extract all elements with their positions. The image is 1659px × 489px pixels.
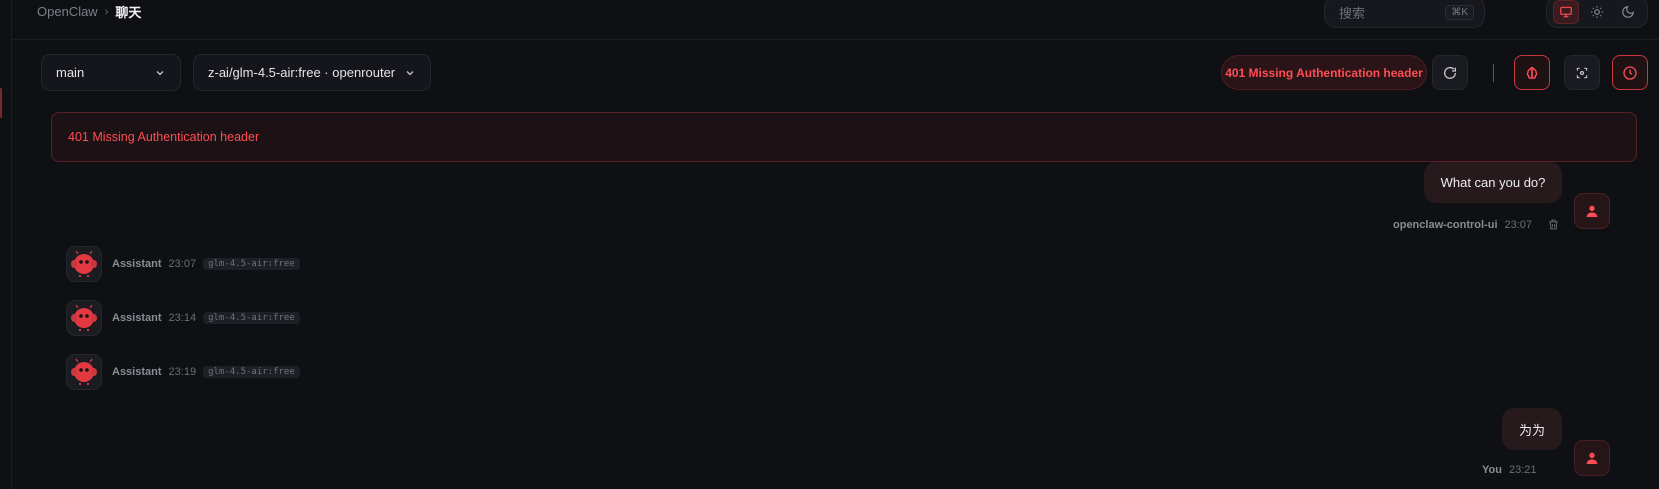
assistant-name: Assistant bbox=[112, 312, 162, 324]
model-tag: glm-4.5-air:free bbox=[203, 312, 300, 324]
model-tag: glm-4.5-air:free bbox=[203, 258, 300, 270]
toolbar-divider bbox=[1493, 64, 1494, 82]
chevron-down-icon bbox=[406, 70, 414, 75]
thinking-toggle-button[interactable] bbox=[1514, 55, 1550, 90]
assistant-message: Assistant 23:07 glm-4.5-air:free bbox=[66, 246, 300, 282]
monitor-icon bbox=[1560, 6, 1573, 18]
assistant-time: 23:07 bbox=[168, 258, 197, 270]
error-status-pill[interactable]: 401 Missing Authentication header bbox=[1221, 55, 1427, 90]
session-select[interactable]: main bbox=[41, 54, 181, 91]
theme-dark-button[interactable] bbox=[1615, 0, 1641, 24]
search-placeholder: 搜索 bbox=[1339, 5, 1366, 21]
refresh-icon bbox=[1444, 66, 1456, 79]
assistant-name: Assistant bbox=[112, 258, 162, 270]
error-banner: 401 Missing Authentication header bbox=[51, 112, 1637, 162]
user-icon bbox=[1586, 452, 1598, 464]
lobster-mascot-icon bbox=[71, 250, 97, 277]
refresh-button[interactable] bbox=[1432, 55, 1468, 90]
model-select-value: z-ai/glm-4.5-air:free · openrouter bbox=[208, 65, 396, 80]
sun-icon bbox=[1591, 6, 1603, 18]
breadcrumb: OpenClaw › 聊天 bbox=[37, 2, 141, 21]
assistant-message: Assistant 23:19 glm-4.5-air:free bbox=[66, 354, 300, 390]
moon-icon bbox=[1621, 6, 1634, 18]
message-time: 23:07 bbox=[1504, 218, 1533, 231]
assistant-message: Assistant 23:14 glm-4.5-air:free bbox=[66, 300, 300, 336]
message-text: What can you do? bbox=[1440, 175, 1546, 190]
chevron-down-icon bbox=[156, 70, 164, 75]
assistant-time: 23:19 bbox=[168, 366, 197, 378]
search-shortcut-badge: ⌘K bbox=[1445, 4, 1474, 20]
trash-icon[interactable] bbox=[1547, 218, 1560, 231]
breadcrumb-root[interactable]: OpenClaw bbox=[37, 4, 98, 19]
assistant-meta: Assistant 23:07 glm-4.5-air:free bbox=[112, 258, 300, 270]
session-select-value: main bbox=[56, 65, 85, 80]
user-message-bubble: 为为 bbox=[1502, 408, 1562, 450]
theme-light-button[interactable] bbox=[1584, 0, 1610, 24]
user-avatar bbox=[1574, 440, 1610, 476]
lobster-mascot-icon bbox=[71, 358, 97, 385]
message-sender: You bbox=[1482, 464, 1502, 476]
assistant-avatar bbox=[66, 354, 102, 390]
user-message-bubble: What can you do? bbox=[1424, 162, 1562, 203]
user-icon bbox=[1586, 205, 1598, 217]
assistant-avatar bbox=[66, 246, 102, 282]
assistant-avatar bbox=[66, 300, 102, 336]
search-input[interactable]: 搜索 ⌘K bbox=[1324, 0, 1485, 28]
cron-clock-button[interactable] bbox=[1612, 55, 1648, 90]
assistant-meta: Assistant 23:14 glm-4.5-air:free bbox=[112, 312, 300, 324]
user-message-meta: openclaw-control-ui 23:07 bbox=[1393, 218, 1560, 231]
assistant-name: Assistant bbox=[112, 366, 162, 378]
theme-switcher bbox=[1546, 0, 1648, 28]
clock-icon bbox=[1623, 65, 1637, 80]
user-avatar bbox=[1574, 193, 1610, 229]
user-message-meta: You 23:21 bbox=[1482, 464, 1537, 476]
message-sender: openclaw-control-ui bbox=[1393, 218, 1498, 231]
focus-icon bbox=[1576, 67, 1588, 78]
assistant-meta: Assistant 23:19 glm-4.5-air:free bbox=[112, 366, 300, 378]
focus-mode-button[interactable] bbox=[1564, 55, 1600, 90]
lobster-mascot-icon bbox=[71, 304, 97, 331]
model-select[interactable]: z-ai/glm-4.5-air:free · openrouter bbox=[193, 54, 431, 91]
breadcrumb-separator: › bbox=[104, 5, 109, 18]
message-text: 为为 bbox=[1518, 422, 1545, 438]
brain-icon bbox=[1526, 66, 1538, 79]
assistant-time: 23:14 bbox=[168, 312, 197, 324]
rail-active-marker bbox=[0, 88, 2, 118]
theme-system-button[interactable] bbox=[1553, 0, 1580, 24]
model-tag: glm-4.5-air:free bbox=[203, 366, 300, 378]
message-time: 23:21 bbox=[1508, 464, 1537, 476]
left-rail bbox=[0, 0, 12, 489]
breadcrumb-current: 聊天 bbox=[115, 5, 142, 20]
